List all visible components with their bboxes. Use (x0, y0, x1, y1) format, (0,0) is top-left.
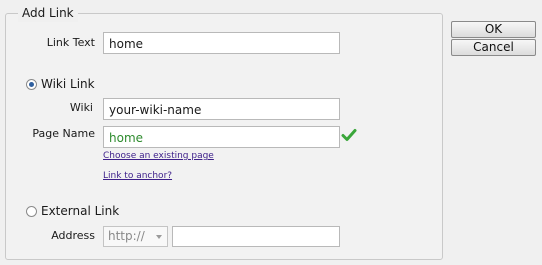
chevron-down-icon (156, 235, 162, 239)
protocol-select[interactable]: http:// (103, 226, 168, 247)
address-input[interactable] (172, 226, 340, 247)
wiki-label: Wiki (69, 101, 93, 114)
protocol-select-value: http:// (108, 229, 145, 243)
link-text-label: Link Text (46, 36, 95, 49)
page-name-label: Page Name (32, 127, 95, 140)
external-link-radio-button[interactable] (26, 205, 37, 217)
wiki-name-input[interactable]: your-wiki-name (103, 98, 340, 120)
wiki-link-radio[interactable]: Wiki Link (26, 77, 95, 91)
external-link-radio[interactable]: External Link (26, 204, 119, 218)
external-link-radio-label: External Link (41, 204, 120, 218)
link-to-anchor-link[interactable]: Link to anchor? (103, 171, 172, 182)
group-title: Add Link (18, 4, 78, 22)
choose-existing-page-link[interactable]: Choose an existing page (103, 151, 214, 162)
wiki-link-radio-button[interactable] (26, 78, 37, 90)
ok-button[interactable]: OK (451, 21, 536, 38)
link-text-input[interactable]: home (103, 32, 340, 54)
wiki-link-radio-label: Wiki Link (41, 77, 95, 91)
cancel-button[interactable]: Cancel (451, 39, 536, 56)
green-check-icon (341, 129, 357, 141)
address-label: Address (51, 229, 95, 242)
page-name-input[interactable]: home (103, 126, 340, 148)
